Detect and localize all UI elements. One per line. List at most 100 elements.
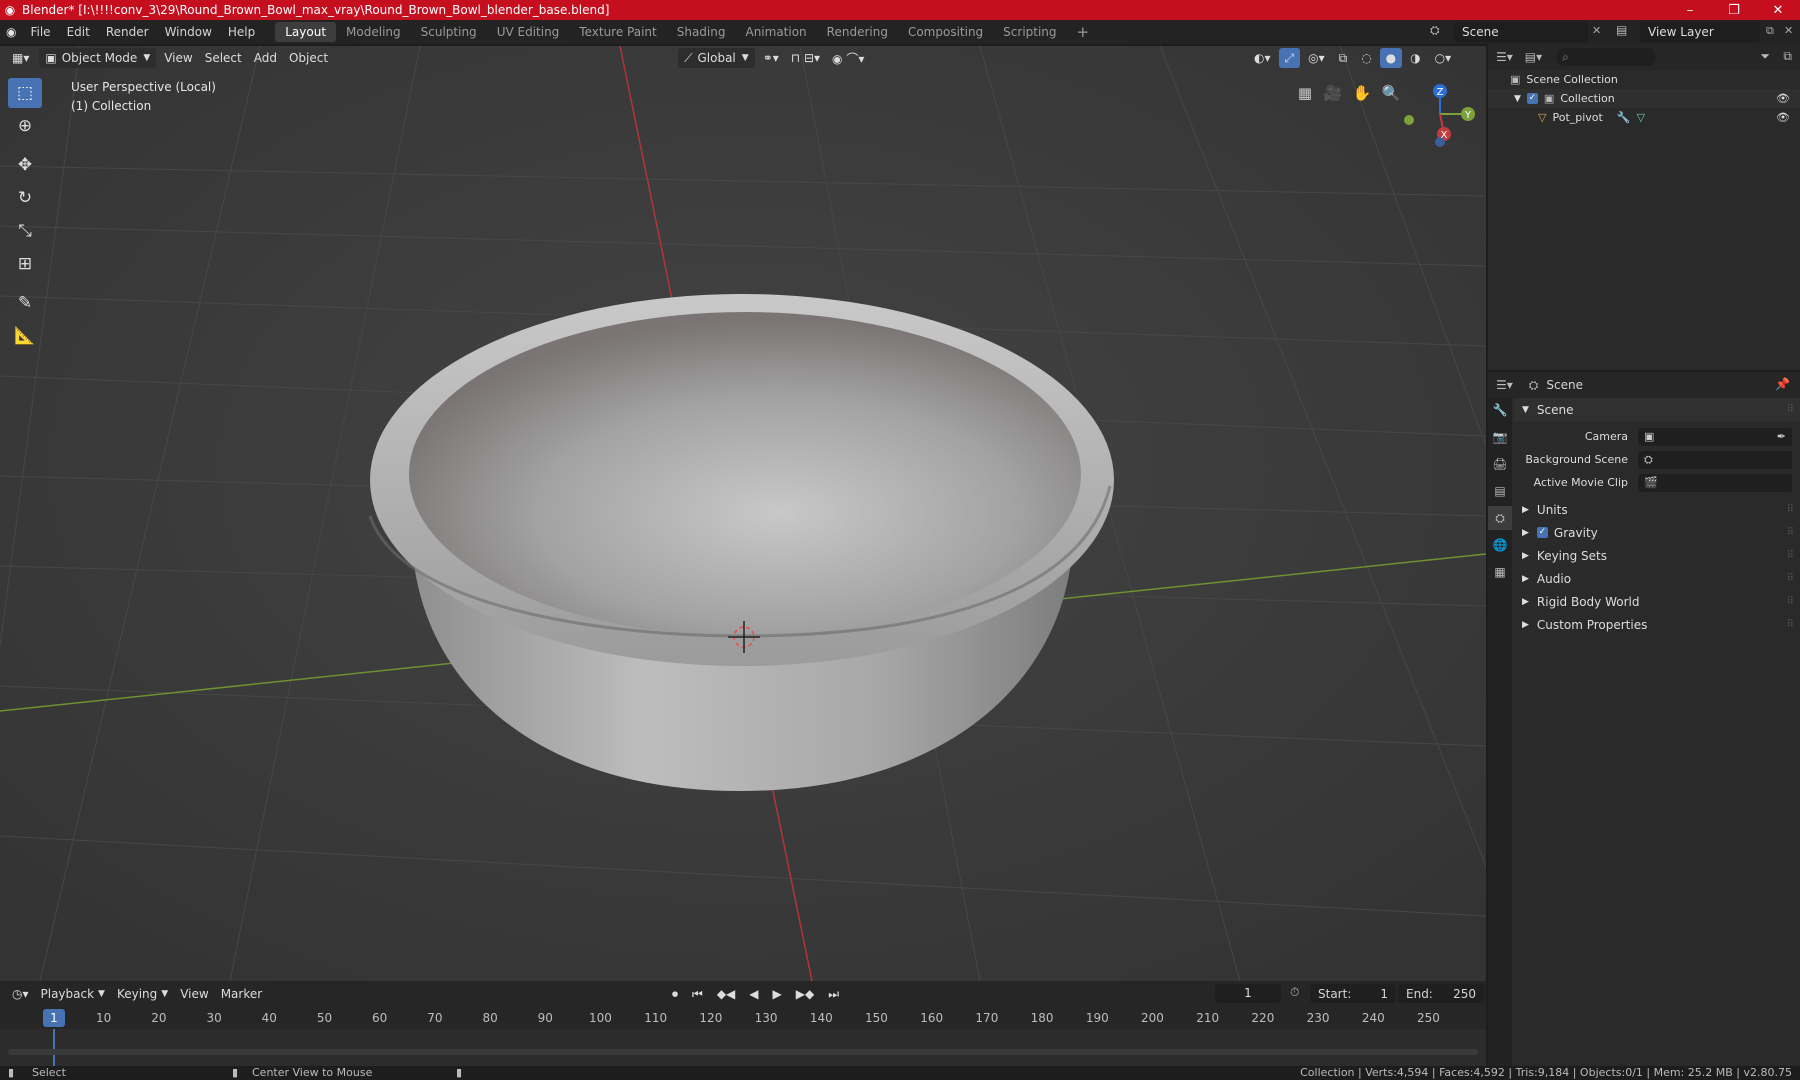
collection-checkbox[interactable]: ✓ [1526, 93, 1538, 104]
properties-editor-type-icon[interactable]: ☰▾ [1496, 378, 1513, 392]
maximize-button[interactable]: ❐ [1712, 0, 1756, 20]
rigid-body-world-panel-header[interactable]: ▶ Rigid Body World ⠿ [1514, 590, 1800, 613]
3d-viewport[interactable]: Z Y X [0, 46, 1486, 981]
outliner-editor-type-icon[interactable]: ☰▾ [1496, 50, 1513, 64]
outliner-scene-collection[interactable]: ▣ Scene Collection [1488, 70, 1800, 89]
tab-layout[interactable]: Layout [275, 22, 337, 42]
snap-icon[interactable]: ⊓ ⊟▾ [785, 48, 826, 68]
end-frame-field[interactable]: End: 250 [1398, 984, 1484, 1003]
tab-texture-paint[interactable]: Texture Paint [569, 22, 666, 42]
menu-marker[interactable]: Marker [215, 984, 268, 1004]
mesh-data-icon[interactable]: ▽ [1637, 111, 1645, 124]
menu-render[interactable]: Render [98, 20, 157, 44]
menu-file[interactable]: File [22, 20, 58, 44]
minimize-button[interactable]: – [1668, 0, 1712, 20]
world-tab-icon[interactable]: 🌐 [1488, 533, 1512, 557]
gizmo-toggle-icon[interactable]: ⤢ [1278, 48, 1301, 68]
movie-clip-field[interactable]: 🎬 [1638, 473, 1792, 492]
scene-icon[interactable]: ⛭ [1430, 23, 1440, 38]
mode-selector[interactable]: ▣ Object Mode ▼ [39, 48, 157, 68]
xray-icon[interactable]: ⧉ [1333, 48, 1354, 68]
toggle-grid-icon[interactable]: ▦ [1292, 80, 1318, 106]
menu-help[interactable]: Help [220, 20, 263, 44]
camera-view-icon[interactable]: 🎥 [1320, 80, 1346, 106]
shading-wireframe-icon[interactable]: ◌ [1355, 48, 1377, 68]
tab-sculpting[interactable]: Sculpting [411, 22, 487, 42]
tab-animation[interactable]: Animation [735, 22, 816, 42]
gravity-checkbox[interactable]: ✓ [1536, 527, 1548, 538]
record-icon[interactable]: ⏺ [666, 984, 684, 1004]
scene-selector[interactable]: Scene [1454, 22, 1588, 42]
tab-rendering[interactable]: Rendering [817, 22, 898, 42]
menu-object[interactable]: Object [283, 48, 334, 68]
prev-keyframe-icon[interactable]: ◆◀ [711, 984, 741, 1004]
pan-hand-icon[interactable]: ✋ [1349, 80, 1375, 106]
expand-arrow-icon[interactable]: ▼ [1514, 94, 1521, 104]
view-layer-tab-icon[interactable]: ▤ [1488, 479, 1512, 503]
scale-icon[interactable]: ⤡ [8, 216, 42, 246]
modifier-wrench-icon[interactable]: 🔧 [1617, 111, 1631, 124]
keying-sets-panel-header[interactable]: ▶ Keying Sets ⠿ [1514, 544, 1800, 567]
units-panel-header[interactable]: ▶ Units ⠿ [1514, 498, 1800, 521]
current-frame-field[interactable]: 1 [1215, 984, 1281, 1003]
pin-icon[interactable]: 📌 [1775, 377, 1790, 391]
transform-icon[interactable]: ⊞ [8, 249, 42, 279]
timeline-scrollbar[interactable] [8, 1049, 1478, 1055]
move-icon[interactable]: ✥ [8, 150, 42, 180]
custom-properties-panel-header[interactable]: ▶ Custom Properties ⠿ [1514, 613, 1800, 636]
camera-field[interactable]: ▣ ✒ [1638, 427, 1792, 446]
zoom-icon[interactable]: 🔍 [1378, 80, 1404, 106]
render-tab-icon[interactable]: 📷 [1488, 425, 1512, 449]
tool-tab-icon[interactable]: 🔧 [1488, 398, 1512, 422]
menu-window[interactable]: Window [157, 20, 220, 44]
outliner-collection[interactable]: ▼ ✓ ▣ Collection 👁 [1488, 89, 1800, 108]
close-button[interactable]: ✕ [1756, 0, 1800, 20]
texture-tab-icon[interactable]: ▦ [1488, 560, 1512, 584]
jump-end-icon[interactable]: ⏭ [822, 984, 845, 1004]
cursor-icon[interactable]: ⊕ [8, 111, 42, 141]
add-workspace-button[interactable]: + [1067, 22, 1100, 42]
blender-menu-icon[interactable]: ◉ [0, 20, 22, 44]
remove-view-layer-icon[interactable]: ✕ [1784, 24, 1793, 37]
eyedropper-icon[interactable]: ✒ [1777, 430, 1786, 443]
scene-tab-icon[interactable]: ⛭ [1488, 506, 1512, 530]
menu-keying[interactable]: Keying ▼ [111, 984, 174, 1004]
menu-view[interactable]: View [158, 48, 198, 68]
filter-icon[interactable]: ⏷ [1760, 49, 1770, 64]
stopwatch-icon[interactable]: ⏱ [1290, 985, 1299, 1000]
outliner-object[interactable]: ▽ Pot_pivot 🔧 ▽ 👁 [1488, 108, 1800, 127]
outliner-search-input[interactable]: ⌕ [1556, 48, 1657, 66]
pivot-icon[interactable]: ⚭▾ [757, 48, 785, 68]
eye-icon[interactable]: 👁 [1776, 111, 1790, 124]
tab-scripting[interactable]: Scripting [993, 22, 1066, 42]
measure-icon[interactable]: 📐 [8, 321, 42, 351]
close-scene-icon[interactable]: ✕ [1592, 24, 1601, 37]
visibility-icon[interactable]: ◐▾ [1248, 48, 1277, 68]
frame-ruler[interactable]: 1 10 20 30 40 50 60 70 80 90 100 110 120 130 140 150 160… [0, 1007, 1486, 1029]
timeline-editor-type-icon[interactable]: ◷▾ [6, 984, 35, 1004]
jump-start-icon[interactable]: ⏮ [686, 984, 709, 1004]
menu-add[interactable]: Add [248, 48, 283, 68]
new-view-layer-icon[interactable]: ⧉ [1766, 24, 1774, 38]
tab-shading[interactable]: Shading [667, 22, 736, 42]
view-layer-icon[interactable]: ▤ [1616, 23, 1627, 37]
shading-solid-icon[interactable]: ● [1379, 48, 1403, 68]
display-mode-icon[interactable]: ▤▾ [1525, 50, 1542, 64]
tab-uv-editing[interactable]: UV Editing [487, 22, 570, 42]
shading-rendered-icon[interactable]: ○▾ [1429, 48, 1458, 68]
play-icon[interactable]: ▶ [767, 984, 788, 1004]
background-scene-field[interactable]: ⛭ [1638, 450, 1792, 469]
play-reverse-icon[interactable]: ◀ [743, 984, 764, 1004]
select-box-icon[interactable]: ⬚ [8, 78, 42, 108]
menu-timeline-view[interactable]: View [174, 984, 214, 1004]
overlay-toggle-icon[interactable]: ◎▾ [1302, 48, 1331, 68]
proportional-edit-icon[interactable]: ◉ ⌒▾ [826, 48, 870, 68]
menu-select[interactable]: Select [199, 48, 248, 68]
transform-orientation[interactable]: ⟋ Global ▼ [678, 48, 755, 68]
new-collection-icon[interactable]: ⧉ [1783, 49, 1792, 64]
menu-edit[interactable]: Edit [59, 20, 98, 44]
output-tab-icon[interactable]: 🖨 [1488, 452, 1512, 476]
eye-icon[interactable]: 👁 [1776, 92, 1790, 105]
gravity-panel-header[interactable]: ▶ ✓ Gravity ⠿ [1514, 521, 1800, 544]
start-frame-field[interactable]: Start: 1 [1310, 984, 1396, 1003]
